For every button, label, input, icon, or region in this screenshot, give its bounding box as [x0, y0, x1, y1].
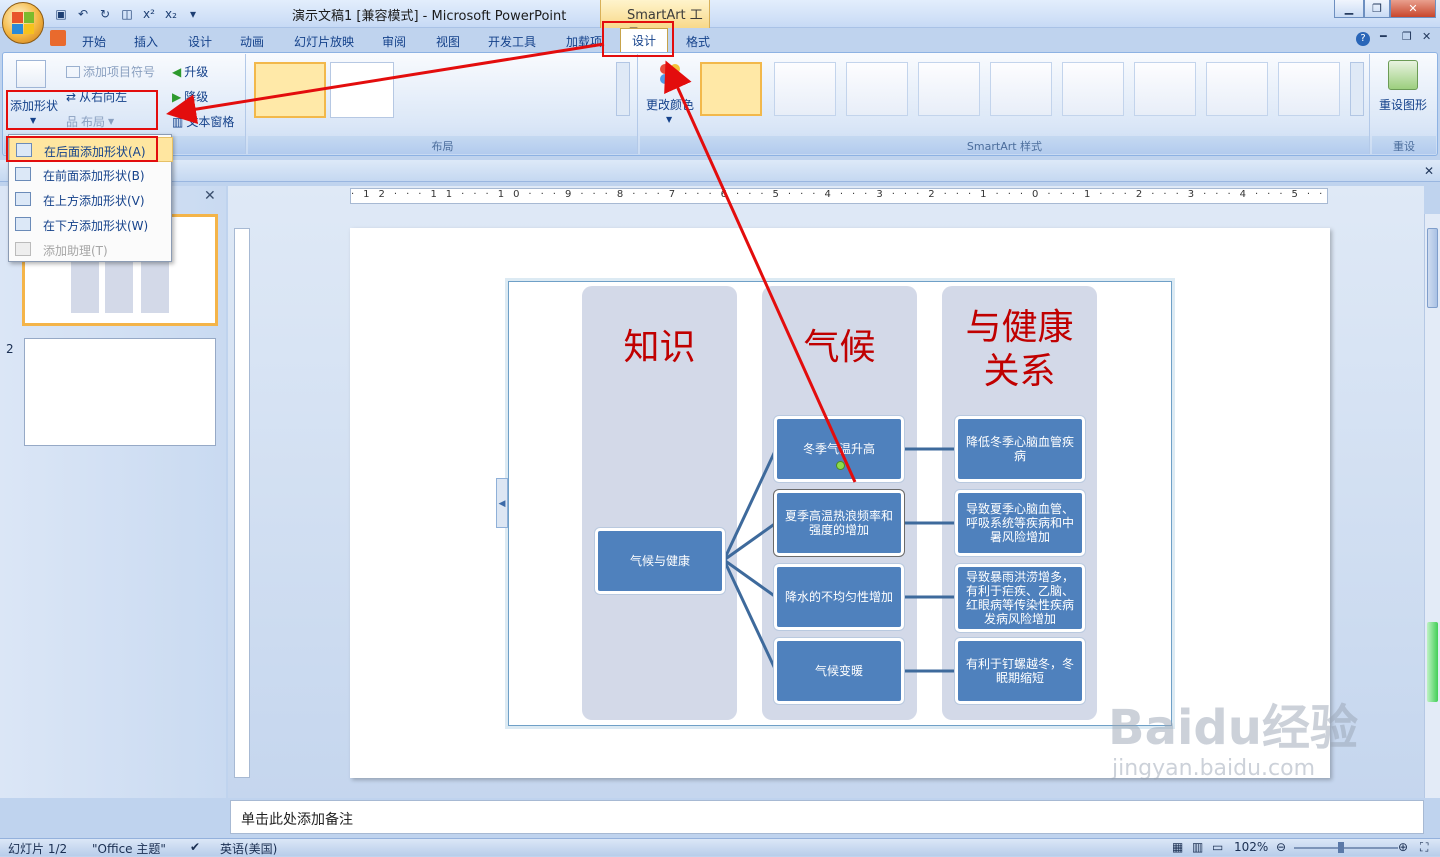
add-above-icon	[15, 192, 31, 206]
office-logo-icon	[12, 12, 34, 34]
node-mid-4[interactable]: 气候变暖	[774, 638, 904, 704]
highlight-add-shape	[6, 90, 158, 130]
watermark-url: jingyan.baidu.com	[1112, 756, 1316, 781]
node-mid-2-selected[interactable]: 夏季高温热浪频率和强度的增加	[774, 490, 904, 556]
menu-add-assistant: 添加助理(T)	[9, 237, 173, 262]
node-mid-1[interactable]: 冬季气温升高	[774, 416, 904, 482]
node-right-1[interactable]: 降低冬季心脑血管疾病	[955, 416, 1085, 482]
watermark: Baidu经验 jingyan.baidu.com	[1108, 700, 1358, 781]
watermark-brand: Baidu经验	[1108, 700, 1358, 756]
connector-root-4	[722, 559, 778, 672]
node-right-2[interactable]: 导致夏季心脑血管、呼吸系统等疾病和中暑风险增加	[955, 490, 1085, 556]
node-mid-3[interactable]: 降水的不均匀性增加	[774, 564, 904, 630]
menu-add-shape-before[interactable]: 在前面添加形状(B)	[9, 162, 173, 187]
node-right-4[interactable]: 有利于钉螺越冬，冬眠期缩短	[955, 638, 1085, 704]
menu-add-shape-before-label: 在前面添加形状(B)	[43, 169, 145, 183]
office-button[interactable]	[2, 2, 44, 44]
menu-add-shape-above[interactable]: 在上方添加形状(V)	[9, 187, 173, 212]
connector-root-1	[722, 448, 778, 561]
node-root[interactable]: 气候与健康	[595, 528, 725, 594]
rotate-handle-icon[interactable]	[836, 461, 845, 470]
menu-add-shape-below[interactable]: 在下方添加形状(W)	[9, 212, 173, 237]
menu-add-shape-below-label: 在下方添加形状(W)	[43, 219, 149, 233]
highlight-add-after	[6, 136, 158, 162]
add-assistant-icon	[15, 242, 31, 256]
highlight-design-tab	[602, 21, 674, 57]
add-below-icon	[15, 217, 31, 231]
menu-add-shape-above-label: 在上方添加形状(V)	[43, 194, 145, 208]
add-before-icon	[15, 167, 31, 181]
node-right-3[interactable]: 导致暴雨洪涝增多，有利于疟疾、乙脑、红眼病等传染性疾病发病风险增加	[955, 564, 1085, 632]
menu-add-assistant-label: 添加助理(T)	[43, 244, 108, 258]
